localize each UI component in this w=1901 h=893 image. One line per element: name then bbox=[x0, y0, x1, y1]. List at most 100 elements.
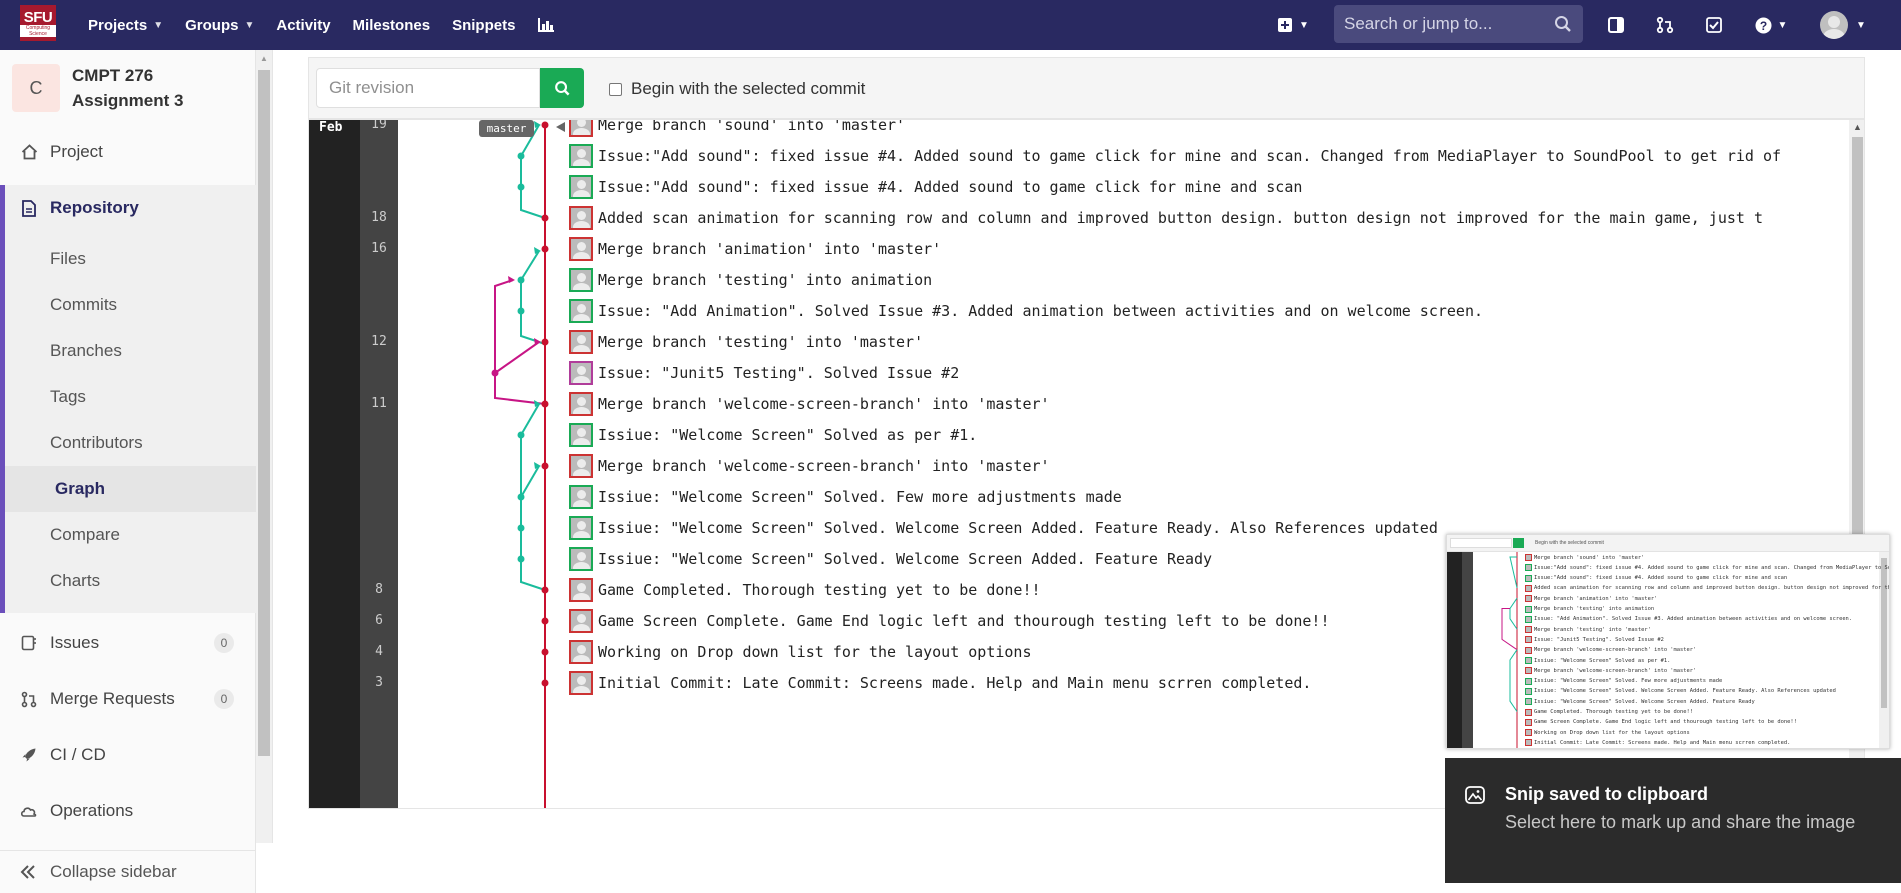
commit-message[interactable]: Working on Drop down list for the layout… bbox=[598, 643, 1031, 661]
commit-author-avatar[interactable] bbox=[569, 640, 593, 664]
sidebar-item-branches[interactable]: Branches bbox=[0, 328, 256, 374]
commit-dot[interactable] bbox=[517, 555, 525, 563]
commit-author-avatar[interactable] bbox=[569, 609, 593, 633]
commit-author-avatar[interactable] bbox=[569, 361, 593, 385]
commit-message[interactable]: Merge branch 'welcome-screen-branch' int… bbox=[598, 395, 1050, 413]
commit-author-avatar[interactable] bbox=[569, 120, 593, 137]
commit-dot[interactable] bbox=[541, 400, 549, 408]
nav-snippets[interactable]: Snippets bbox=[452, 17, 515, 34]
commit-author-avatar[interactable] bbox=[569, 516, 593, 540]
commit-dot[interactable] bbox=[541, 214, 549, 222]
commit-message[interactable]: Added scan animation for scanning row an… bbox=[598, 209, 1763, 227]
sidebar-item-contributors[interactable]: Contributors bbox=[0, 420, 256, 466]
commit-row[interactable]: Issiue: "Welcome Screen" Solved. Welcome… bbox=[569, 513, 1438, 543]
sidebar-item-charts[interactable]: Charts bbox=[0, 558, 256, 604]
commit-row[interactable]: Merge branch 'animation' into 'master' bbox=[569, 234, 941, 264]
commit-message[interactable]: Merge branch 'welcome-screen-branch' int… bbox=[598, 457, 1050, 475]
commit-row[interactable]: Game Completed. Thorough testing yet to … bbox=[569, 575, 1041, 605]
merge-request-icon[interactable] bbox=[1653, 12, 1677, 38]
commit-row[interactable]: Issue:"Add sound": fixed issue #4. Added… bbox=[569, 141, 1781, 171]
commit-author-avatar[interactable] bbox=[569, 392, 593, 416]
commit-message[interactable]: Merge branch 'animation' into 'master' bbox=[598, 240, 941, 258]
scroll-up-icon[interactable]: ▲ bbox=[1853, 122, 1862, 132]
sidebar-item-tags[interactable]: Tags bbox=[0, 374, 256, 420]
commit-dot[interactable] bbox=[541, 679, 549, 687]
git-revision-input[interactable]: Git revision bbox=[316, 68, 540, 108]
commit-message[interactable]: Issue: "Junit5 Testing". Solved Issue #2 bbox=[598, 364, 959, 382]
sidebar-item-issues[interactable]: Issues 0 bbox=[0, 620, 256, 666]
chart-icon[interactable] bbox=[537, 17, 555, 33]
commit-author-avatar[interactable] bbox=[569, 578, 593, 602]
commit-dot[interactable] bbox=[541, 245, 549, 253]
commit-row[interactable]: Initial Commit: Late Commit: Screens mad… bbox=[569, 668, 1311, 698]
user-avatar[interactable] bbox=[1820, 11, 1848, 39]
commit-dot[interactable] bbox=[517, 307, 525, 315]
commit-message[interactable]: Issue:"Add sound": fixed issue #4. Added… bbox=[598, 178, 1302, 196]
commit-author-avatar[interactable] bbox=[569, 485, 593, 509]
nav-milestones[interactable]: Milestones bbox=[353, 17, 431, 34]
sidebar-item-repository[interactable]: Repository bbox=[0, 185, 256, 231]
commit-row[interactable]: Merge branch 'sound' into 'master' bbox=[569, 120, 905, 140]
sidebar-scrollbar[interactable]: ▲ bbox=[256, 50, 273, 843]
commit-message[interactable]: Merge branch 'sound' into 'master' bbox=[598, 120, 905, 134]
nav-groups[interactable]: Groups ▼ bbox=[185, 17, 254, 34]
commit-row[interactable]: Issiue: "Welcome Screen" Solved. Welcome… bbox=[569, 544, 1212, 574]
sidebar-item-project[interactable]: Project bbox=[0, 129, 256, 175]
sfu-logo[interactable]: SFU Computing Science bbox=[20, 5, 56, 41]
commit-author-avatar[interactable] bbox=[569, 547, 593, 571]
commit-dot[interactable] bbox=[541, 586, 549, 594]
commit-dot[interactable] bbox=[491, 369, 499, 377]
todo-check-icon[interactable] bbox=[1702, 12, 1726, 38]
sidebar-item-files[interactable]: Files bbox=[0, 236, 256, 282]
commit-author-avatar[interactable] bbox=[569, 206, 593, 230]
chevron-down-icon[interactable]: ▼ bbox=[1854, 12, 1868, 38]
commit-row[interactable]: Merge branch 'testing' into 'master' bbox=[569, 327, 923, 357]
sidebar-toggle-icon[interactable] bbox=[1604, 12, 1628, 38]
commit-dot[interactable] bbox=[517, 493, 525, 501]
commit-author-avatar[interactable] bbox=[569, 144, 593, 168]
commit-message[interactable]: Merge branch 'testing' into 'master' bbox=[598, 333, 923, 351]
new-item-dropdown[interactable]: ▼ bbox=[1273, 12, 1313, 38]
begin-with-selected-commit[interactable]: Begin with the selected commit bbox=[609, 79, 865, 99]
help-dropdown[interactable]: ? ▼ bbox=[1750, 12, 1792, 38]
project-header[interactable]: C CMPT 276 Assignment 3 bbox=[12, 64, 252, 113]
commit-row[interactable]: Issue: "Add Animation". Solved Issue #3.… bbox=[569, 296, 1483, 326]
revision-search-button[interactable] bbox=[540, 68, 584, 108]
nav-activity[interactable]: Activity bbox=[276, 17, 330, 34]
search-input[interactable]: Search or jump to... bbox=[1334, 5, 1583, 43]
commit-dot[interactable] bbox=[541, 121, 549, 129]
snip-preview-thumbnail[interactable]: Begin with the selected commit Merge bra… bbox=[1446, 534, 1890, 749]
sidebar-item-commits[interactable]: Commits bbox=[0, 282, 256, 328]
commit-author-avatar[interactable] bbox=[569, 671, 593, 695]
commit-author-avatar[interactable] bbox=[569, 330, 593, 354]
commit-author-avatar[interactable] bbox=[569, 454, 593, 478]
commit-author-avatar[interactable] bbox=[569, 268, 593, 292]
sidebar-item-graph[interactable]: Graph bbox=[5, 466, 256, 512]
commit-dot[interactable] bbox=[517, 152, 525, 160]
commit-message[interactable]: Issiue: "Welcome Screen" Solved. Welcome… bbox=[598, 550, 1212, 568]
commit-author-avatar[interactable] bbox=[569, 237, 593, 261]
commit-message[interactable]: Game Screen Complete. Game End logic lef… bbox=[598, 612, 1330, 630]
commit-author-avatar[interactable] bbox=[569, 299, 593, 323]
commit-message[interactable]: Issiue: "Welcome Screen" Solved. Few mor… bbox=[598, 488, 1122, 506]
commit-dot[interactable] bbox=[541, 648, 549, 656]
commit-row[interactable]: Added scan animation for scanning row an… bbox=[569, 203, 1763, 233]
commit-dot[interactable] bbox=[517, 524, 525, 532]
branch-tag-master[interactable]: master bbox=[479, 120, 534, 137]
commit-message[interactable]: Initial Commit: Late Commit: Screens mad… bbox=[598, 674, 1311, 692]
commit-message[interactable]: Issue:"Add sound": fixed issue #4. Added… bbox=[598, 147, 1781, 165]
commit-row[interactable]: Merge branch 'welcome-screen-branch' int… bbox=[569, 451, 1050, 481]
sidebar-item-ci-cd[interactable]: CI / CD bbox=[0, 732, 256, 778]
commit-dot[interactable] bbox=[541, 617, 549, 625]
commit-row[interactable]: Game Screen Complete. Game End logic lef… bbox=[569, 606, 1330, 636]
commit-message[interactable]: Issiue: "Welcome Screen" Solved as per #… bbox=[598, 426, 977, 444]
collapse-sidebar-button[interactable]: Collapse sidebar bbox=[0, 850, 256, 893]
commit-message[interactable]: Issiue: "Welcome Screen" Solved. Welcome… bbox=[598, 519, 1438, 537]
commit-row[interactable]: Merge branch 'welcome-screen-branch' int… bbox=[569, 389, 1050, 419]
commit-dot[interactable] bbox=[517, 276, 525, 284]
scrollbar-thumb[interactable] bbox=[258, 70, 270, 756]
commit-author-avatar[interactable] bbox=[569, 175, 593, 199]
commit-message[interactable]: Merge branch 'testing' into animation bbox=[598, 271, 932, 289]
commit-row[interactable]: Issiue: "Welcome Screen" Solved. Few mor… bbox=[569, 482, 1122, 512]
commit-row[interactable]: Merge branch 'testing' into animation bbox=[569, 265, 932, 295]
